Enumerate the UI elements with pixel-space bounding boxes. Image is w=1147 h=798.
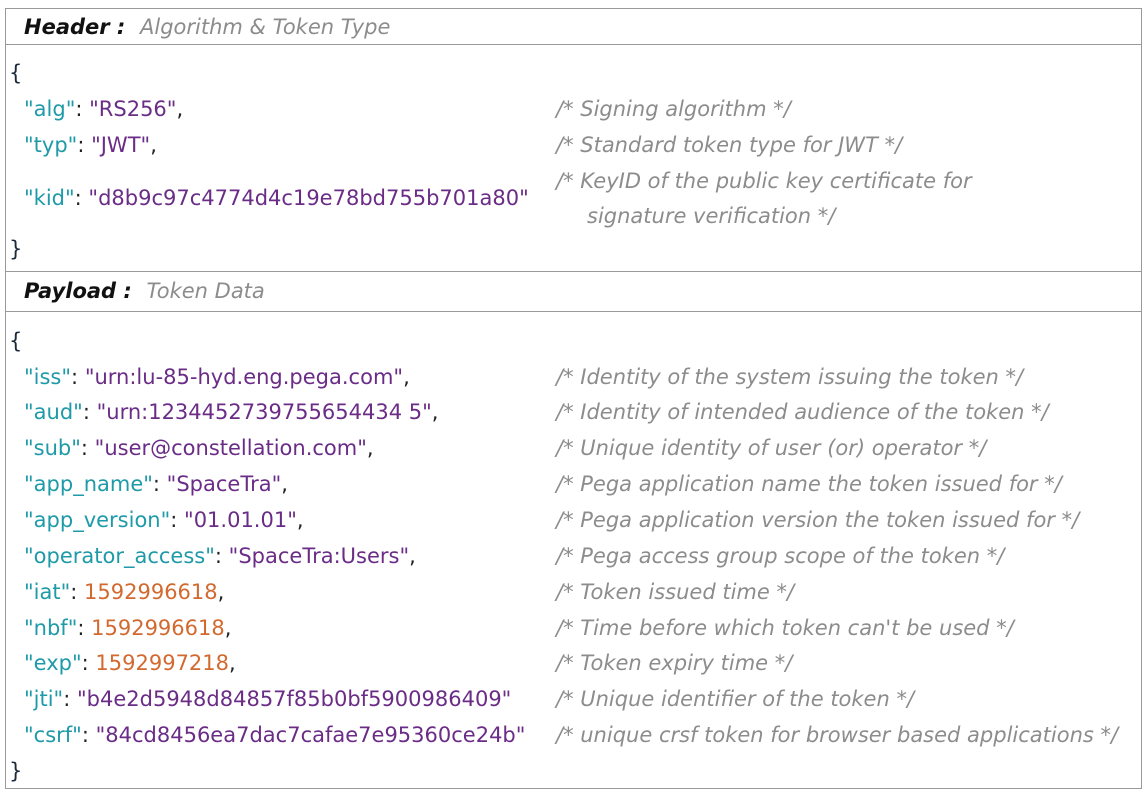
json-value: "user@constellation.com" — [94, 436, 367, 460]
json-tail: , — [366, 436, 374, 460]
json-entry: "app_name": "SpaceTra", — [24, 472, 288, 496]
json-entry: "kid": "d8b9c97c4774d4c19e78bd755b701a80… — [24, 186, 529, 210]
json-value: "SpaceTra:Users" — [228, 544, 410, 568]
code-comment: /* Signing algorithm */ — [556, 97, 791, 121]
json-entry: "app_version": "01.01.01", — [24, 508, 304, 532]
json-entry: "operator_access": "SpaceTra:Users", — [24, 544, 416, 568]
json-value: "urn:1234452739755654434 5" — [96, 400, 432, 424]
json-separator: : — [75, 97, 90, 121]
json-separator: : — [74, 186, 89, 210]
json-entry: "exp": 1592997218, — [24, 651, 236, 675]
json-tail: , — [296, 508, 304, 532]
json-key: "iss" — [24, 365, 72, 389]
json-separator: : — [81, 723, 96, 747]
json-key: "operator_access" — [24, 544, 215, 568]
json-value: "SpaceTra" — [166, 472, 282, 496]
json-separator: : — [152, 472, 167, 496]
json-key: "app_name" — [24, 472, 153, 496]
code-comment: /* Unique identifier of the token */ — [556, 687, 915, 711]
json-entry: "alg": "RS256", — [24, 97, 183, 121]
json-value: "84cd8456ea7dac7cafae7e95360ce24b" — [95, 723, 526, 747]
json-entry: "sub": "user@constellation.com", — [24, 436, 374, 460]
code-comment: /* Pega application version the token is… — [556, 508, 1080, 532]
header-open-brace: { — [9, 61, 23, 85]
json-tail: , — [403, 365, 410, 389]
json-separator: : — [77, 133, 92, 157]
json-separator: : — [214, 544, 229, 568]
json-key: "sub" — [24, 436, 81, 460]
json-key: "exp" — [24, 651, 82, 675]
json-value: "01.01.01" — [184, 508, 297, 532]
json-value: 1592997218 — [95, 651, 230, 675]
json-separator: : — [77, 616, 92, 640]
code-comment: /* Standard token type for JWT */ — [556, 133, 903, 157]
code-comment: /* Pega application name the token issue… — [556, 472, 1062, 496]
json-separator: : — [80, 436, 95, 460]
json-tail: , — [229, 651, 236, 675]
code-comment: /* Unique identity of user (or) operator… — [556, 436, 987, 460]
payload-title-key: Payload : — [24, 279, 132, 303]
json-value: "d8b9c97c4774d4c19e78bd755b701a80" — [88, 186, 529, 210]
json-separator: : — [82, 400, 97, 424]
header-section-title: Header : Algorithm & Token Type — [6, 9, 1141, 45]
json-entry: "csrf": "84cd8456ea7dac7cafae7e95360ce24… — [24, 723, 525, 747]
json-key: "iat" — [24, 580, 71, 604]
json-value: "urn:lu-85-hyd.eng.pega.com" — [84, 365, 404, 389]
payload-open-brace: { — [9, 329, 23, 353]
json-tail: , — [150, 133, 157, 157]
code-comment: /* KeyID of the public key certificate f… — [556, 169, 972, 193]
json-tail: , — [281, 472, 288, 496]
code-comment: /* Time before which token can't be used… — [556, 616, 1014, 640]
json-entry: "aud": "urn:1234452739755654434 5", — [24, 400, 438, 424]
json-entry: "typ": "JWT", — [24, 133, 157, 157]
json-entry: "iss": "urn:lu-85-hyd.eng.pega.com", — [24, 365, 410, 389]
payload-section-title: Payload : Token Data — [6, 271, 1141, 312]
json-value: 1592996618 — [84, 580, 218, 604]
json-separator: : — [70, 580, 85, 604]
code-comment: /* Identity of the system issuing the to… — [556, 365, 1024, 389]
json-tail: , — [217, 580, 225, 604]
json-entry: "iat": 1592996618, — [24, 580, 224, 604]
json-key: "typ" — [24, 133, 78, 157]
json-tail: , — [176, 97, 184, 121]
code-comment: /* Token issued time */ — [556, 580, 795, 604]
json-separator: : — [71, 365, 85, 389]
json-tail: , — [224, 616, 232, 640]
jwt-document: Header : Algorithm & Token Type { "alg":… — [5, 8, 1142, 789]
json-key: "nbf" — [24, 616, 78, 640]
payload-title-subtitle: Token Data — [146, 279, 265, 303]
json-value: "JWT" — [91, 133, 151, 157]
json-key: "alg" — [24, 97, 76, 121]
header-close-brace: } — [9, 237, 23, 261]
json-key: "app_version" — [24, 508, 171, 532]
json-separator: : — [63, 687, 77, 711]
json-tail: , — [409, 544, 416, 568]
code-comment-continuation: signature verification */ — [587, 204, 836, 228]
json-value: "RS256" — [89, 97, 177, 121]
header-title-subtitle: Algorithm & Token Type — [140, 15, 391, 39]
header-title-key: Header : — [24, 15, 126, 39]
code-comment: /* Identity of intended audience of the … — [556, 400, 1049, 424]
code-comment: /* Token expiry time */ — [556, 651, 793, 675]
json-value: 1592996618 — [91, 616, 225, 640]
code-comment: /* unique crsf token for browser based a… — [556, 723, 1119, 747]
json-key: "csrf" — [24, 723, 82, 747]
json-entry: "nbf": 1592996618, — [24, 616, 231, 640]
code-comment: /* Pega access group scope of the token … — [556, 544, 1005, 568]
payload-close-brace: } — [9, 759, 23, 783]
json-tail: , — [431, 400, 439, 424]
json-key: "jti" — [24, 687, 64, 711]
json-key: "aud" — [24, 400, 83, 424]
json-value: "b4e2d5948d84857f85b0bf5900986409" — [77, 687, 512, 711]
json-separator: : — [170, 508, 185, 532]
json-separator: : — [81, 651, 96, 675]
json-entry: "jti": "b4e2d5948d84857f85b0bf5900986409… — [24, 687, 511, 711]
json-key: "kid" — [24, 186, 75, 210]
